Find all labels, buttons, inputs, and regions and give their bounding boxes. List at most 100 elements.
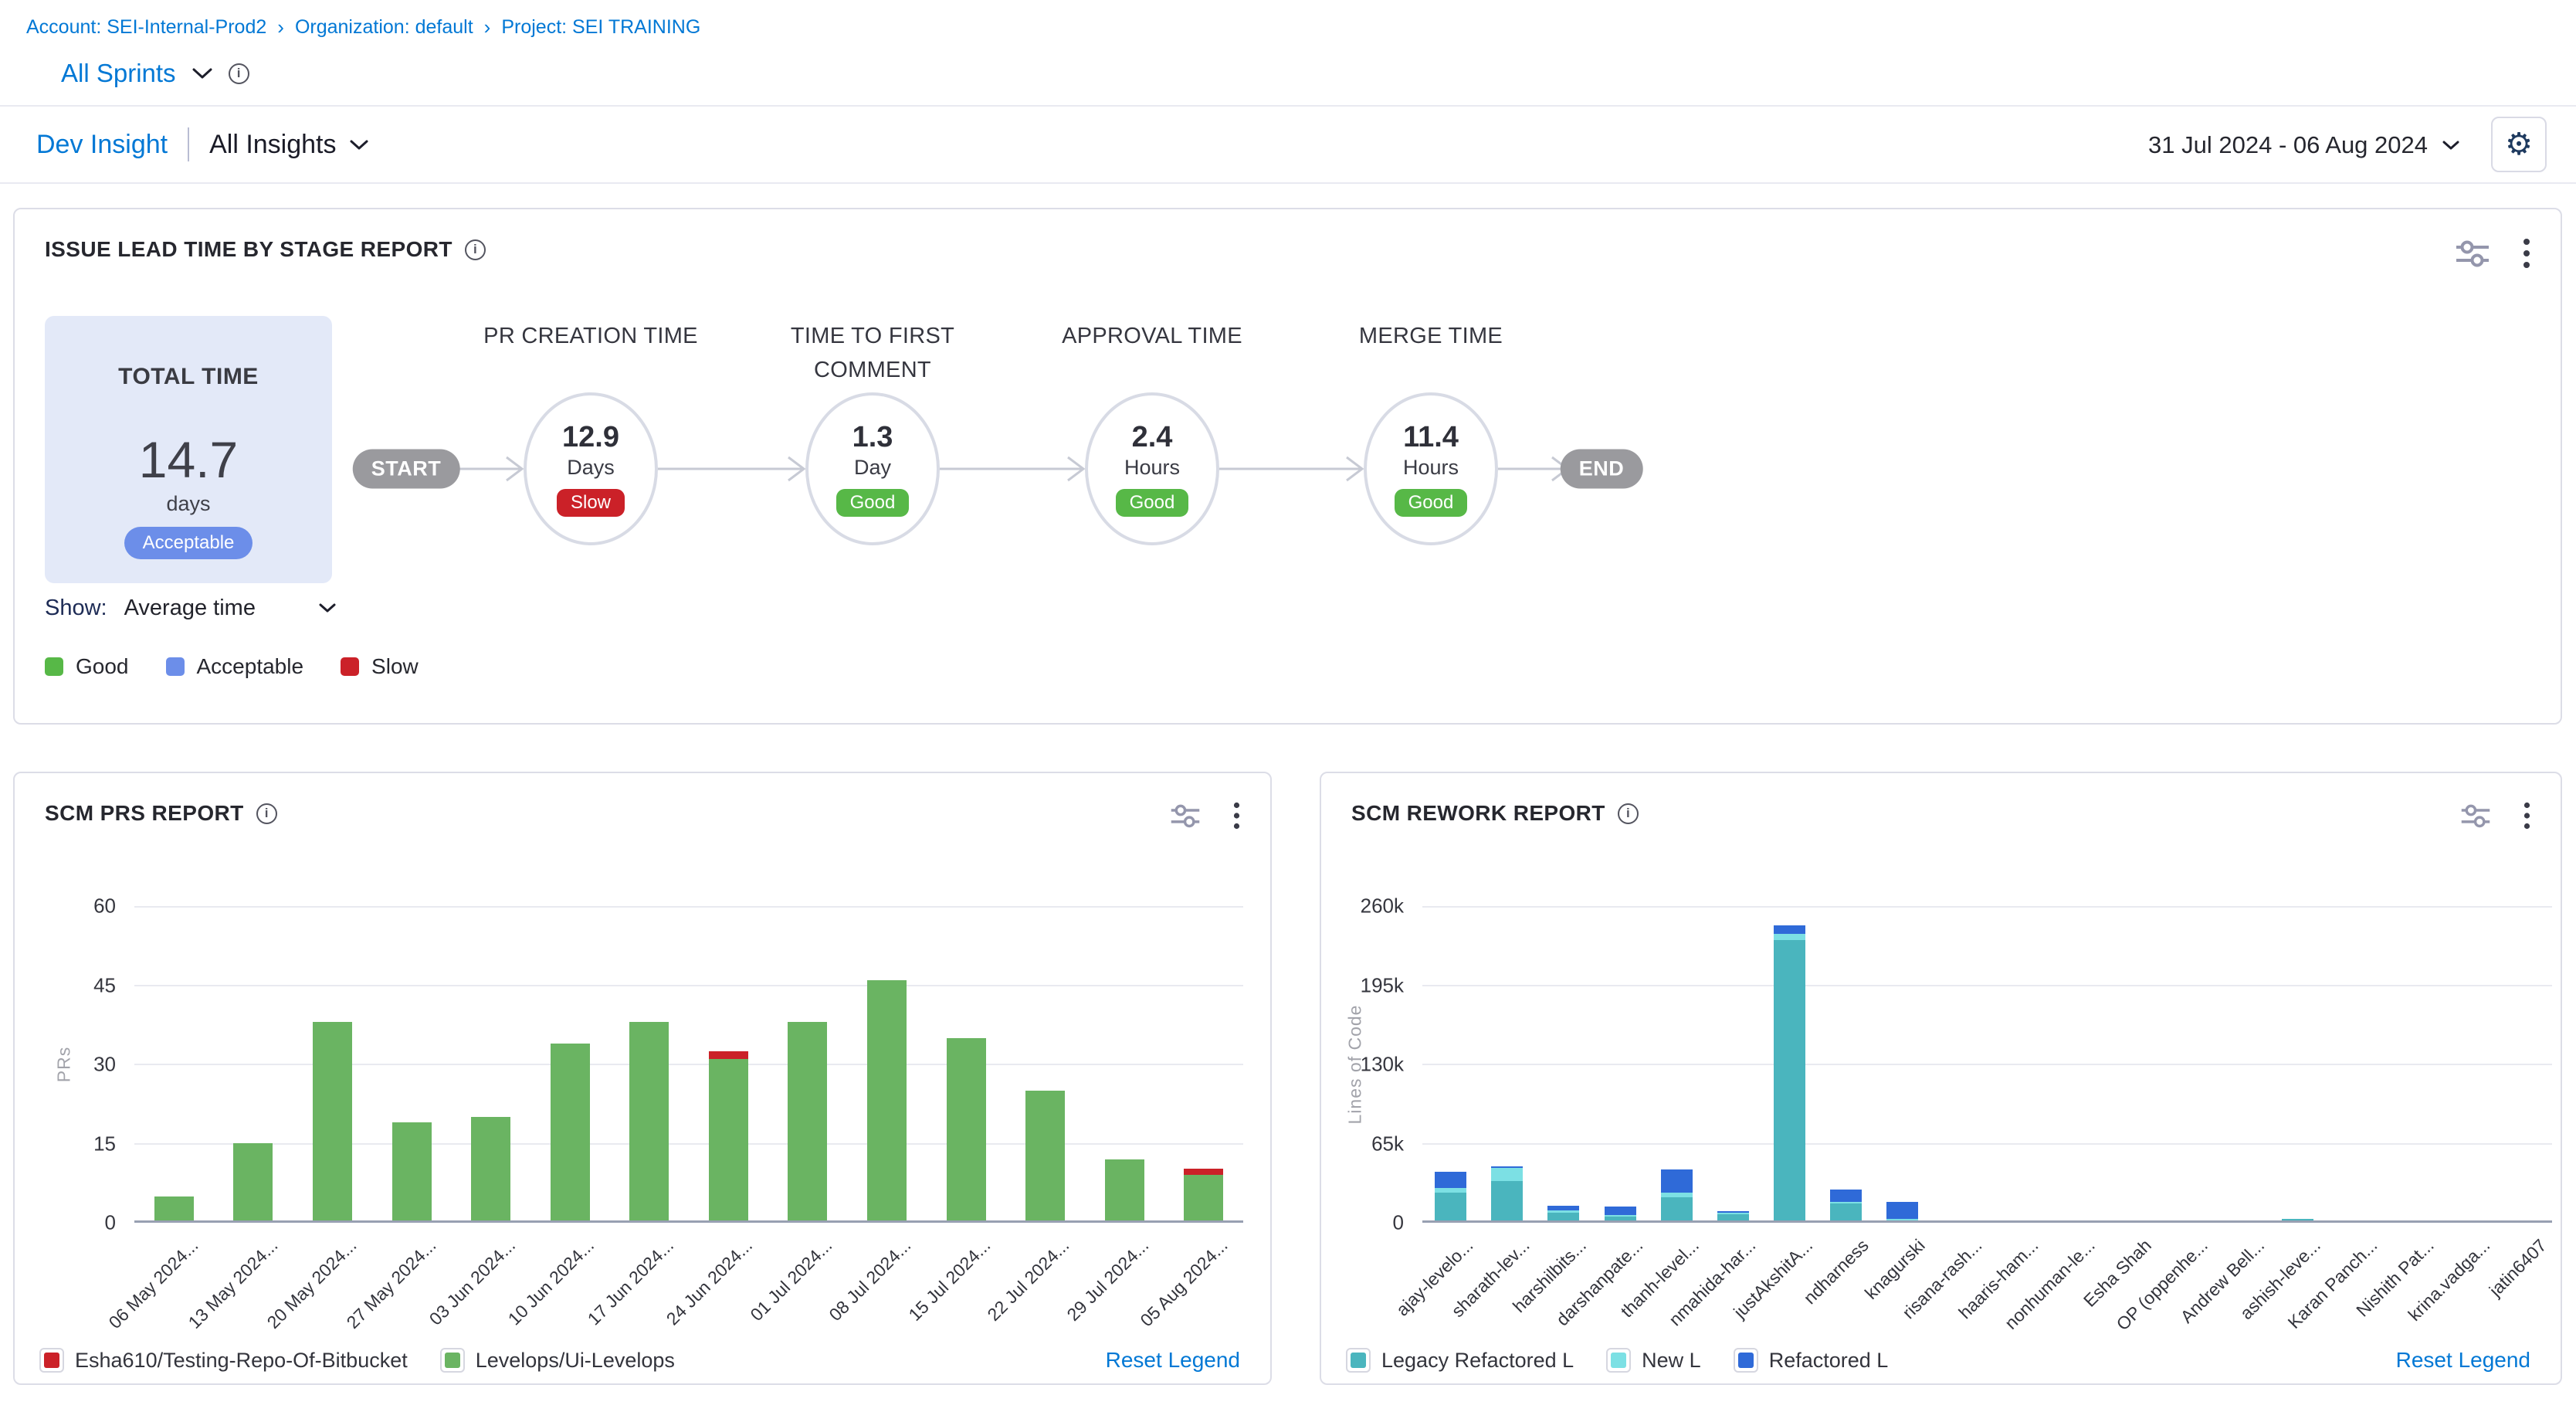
bar-segment[interactable] xyxy=(1435,1193,1466,1223)
bar-segment[interactable] xyxy=(1774,925,1805,934)
chart-filters-button[interactable] xyxy=(1170,802,1201,830)
reset-legend-link[interactable]: Reset Legend xyxy=(2396,1348,2530,1373)
info-icon[interactable]: i xyxy=(1618,803,1639,824)
bar-segment[interactable] xyxy=(551,1044,590,1223)
legend-item[interactable]: New L xyxy=(1606,1348,1701,1373)
legend-item: Good xyxy=(45,654,129,679)
bar-segment[interactable] xyxy=(1184,1169,1223,1175)
reset-legend-link[interactable]: Reset Legend xyxy=(1106,1348,1240,1373)
legend-label: Acceptable xyxy=(197,654,304,679)
breadcrumb-link[interactable]: Account: SEI-Internal-Prod2 xyxy=(26,16,266,39)
y-axis-tick: 195k xyxy=(1361,973,1404,997)
bar-segment[interactable] xyxy=(1491,1166,1523,1168)
stage-unit: Hours xyxy=(1124,456,1180,480)
bar-segment[interactable] xyxy=(1435,1188,1466,1193)
bar-segment[interactable] xyxy=(233,1143,273,1223)
breadcrumb-link[interactable]: Organization: default xyxy=(295,16,473,39)
stage-node[interactable]: 2.4HoursGood xyxy=(1085,392,1219,545)
gridline xyxy=(1422,1143,2552,1145)
bar-segment[interactable] xyxy=(1025,1091,1065,1223)
breadcrumb: Account: SEI-Internal-Prod2›Organization… xyxy=(26,15,700,39)
y-axis-label: PRs xyxy=(54,1047,75,1082)
date-range-picker[interactable]: 31 Jul 2024 - 06 Aug 2024 xyxy=(2148,131,2460,159)
legend-item[interactable]: Levelops/Ui-Levelops xyxy=(440,1348,675,1373)
bar-segment[interactable] xyxy=(1605,1207,1636,1215)
legend-label: New L xyxy=(1642,1349,1701,1373)
vertical-separator xyxy=(188,127,189,161)
bar-segment[interactable] xyxy=(1774,934,1805,940)
bar-segment[interactable] xyxy=(392,1122,432,1223)
stage-node[interactable]: 12.9DaysSlow xyxy=(524,392,658,545)
rework-bar-chart: 065k130k195k260kajay-levelo...sharath-le… xyxy=(1422,906,2552,1223)
nav-dev-insight[interactable]: Dev Insight xyxy=(36,130,168,160)
legend-item[interactable]: Legacy Refactored L xyxy=(1346,1348,1574,1373)
bar-segment[interactable] xyxy=(947,1038,986,1223)
issue-lead-time-panel: ISSUE LEAD TIME BY STAGE REPORT i TOTAL … xyxy=(13,208,2562,725)
panel-menu-button[interactable] xyxy=(1233,801,1240,830)
legend-swatch xyxy=(39,1348,64,1373)
stage-status-badge: Good xyxy=(1116,489,1189,517)
legend-label: Good xyxy=(76,654,129,679)
legend-item[interactable]: Esha610/Testing-Repo-Of-Bitbucket xyxy=(39,1348,408,1373)
y-axis-tick: 0 xyxy=(105,1211,116,1235)
sprint-selector[interactable]: All Sprints i xyxy=(61,59,249,88)
bar-segment[interactable] xyxy=(1830,1190,1862,1202)
bar-segment[interactable] xyxy=(154,1196,194,1223)
kebab-menu-icon xyxy=(2523,801,2530,830)
gear-icon: ⚙ xyxy=(2505,127,2533,162)
breadcrumb-link[interactable]: Project: SEI TRAINING xyxy=(501,16,700,39)
bar-segment[interactable] xyxy=(1435,1172,1466,1188)
bar-segment[interactable] xyxy=(709,1051,748,1059)
legend-item: Acceptable xyxy=(166,654,304,679)
x-axis-line xyxy=(1422,1220,2552,1223)
stage-node[interactable]: 11.4HoursGood xyxy=(1364,392,1498,545)
info-icon[interactable]: i xyxy=(229,63,249,84)
legend-item: Slow xyxy=(341,654,419,679)
scm-prs-report-panel: SCM PRS REPORT i PRs 01530456006 May 202… xyxy=(13,772,1272,1385)
flow-start-pill: START xyxy=(353,450,460,489)
y-axis-tick: 65k xyxy=(1371,1132,1404,1156)
gridline xyxy=(1422,985,2552,986)
legend-swatch xyxy=(1606,1348,1631,1373)
bar-segment[interactable] xyxy=(1605,1215,1636,1217)
bar-segment[interactable] xyxy=(1774,940,1805,1223)
bar-segment[interactable] xyxy=(867,980,907,1223)
x-axis-line xyxy=(134,1220,1243,1223)
legend-item[interactable]: Refactored L xyxy=(1734,1348,1889,1373)
bar-segment[interactable] xyxy=(1105,1159,1144,1223)
stage-node[interactable]: 1.3DayGood xyxy=(805,392,940,545)
sliders-icon xyxy=(1170,802,1201,830)
chevron-down-icon xyxy=(318,602,337,613)
insight-selector[interactable]: All Insights xyxy=(209,130,368,160)
bar-segment[interactable] xyxy=(1491,1168,1523,1181)
bar-segment[interactable] xyxy=(1661,1169,1693,1193)
chart-filters-button[interactable] xyxy=(2460,802,2491,830)
show-metric-dropdown[interactable]: Show: Average time xyxy=(45,591,337,625)
bar-segment[interactable] xyxy=(788,1022,827,1223)
bar-segment[interactable] xyxy=(1830,1202,1862,1203)
settings-gear-button[interactable]: ⚙ xyxy=(2491,117,2547,172)
panel-menu-button[interactable] xyxy=(2523,801,2530,830)
bar-segment[interactable] xyxy=(1184,1175,1223,1223)
stage-title: TIME TO FIRST COMMENT xyxy=(757,319,988,387)
bar-segment[interactable] xyxy=(709,1059,748,1223)
legend-swatch xyxy=(45,657,63,676)
bar-segment[interactable] xyxy=(1886,1202,1918,1219)
bar-segment[interactable] xyxy=(1491,1181,1523,1223)
bar-segment[interactable] xyxy=(1547,1206,1579,1210)
gridline xyxy=(134,1064,1243,1065)
bar-segment[interactable] xyxy=(629,1022,669,1223)
bar-segment[interactable] xyxy=(1717,1213,1749,1214)
bar-segment[interactable] xyxy=(1547,1210,1579,1213)
info-icon[interactable]: i xyxy=(256,803,277,824)
bar-segment[interactable] xyxy=(1661,1197,1693,1223)
bar-segment[interactable] xyxy=(1661,1193,1693,1197)
prs-chart-legend: Esha610/Testing-Repo-Of-Bitbucket Levelop… xyxy=(39,1348,1240,1373)
stage-unit: Days xyxy=(567,456,615,480)
bar-segment[interactable] xyxy=(313,1022,352,1223)
stage-unit: Day xyxy=(854,456,891,480)
insight-selector-label: All Insights xyxy=(209,130,336,160)
bar-segment[interactable] xyxy=(471,1117,510,1223)
bar-segment[interactable] xyxy=(1717,1211,1749,1213)
legend-label: Esha610/Testing-Repo-Of-Bitbucket xyxy=(75,1349,408,1373)
